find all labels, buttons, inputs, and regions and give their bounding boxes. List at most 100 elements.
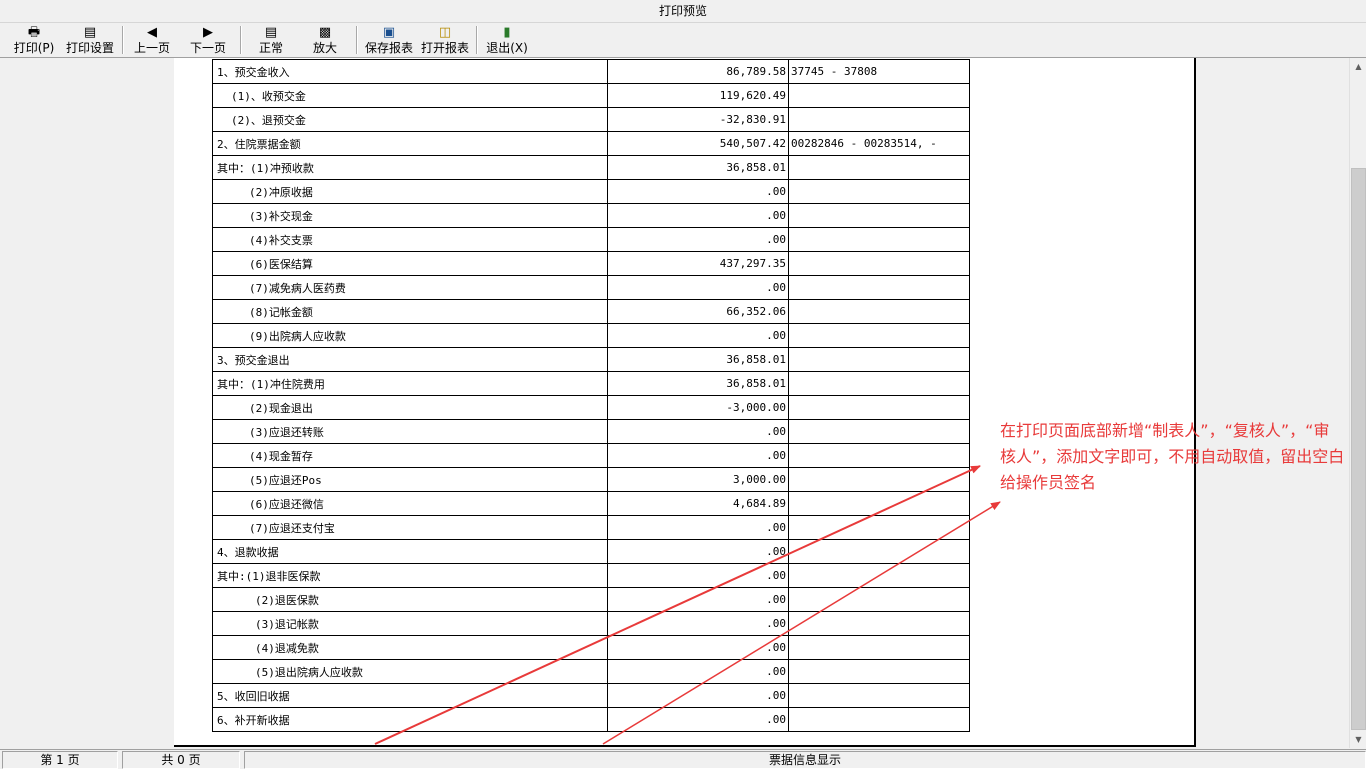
table-row: (1)、收预交金 119,620.49 bbox=[212, 83, 970, 108]
row-amount: .00 bbox=[607, 275, 789, 300]
table-row: 其中：(1)冲预收款 36,858.01 bbox=[212, 155, 970, 180]
row-amount: .00 bbox=[607, 203, 789, 228]
row-label: 2、住院票据金额 bbox=[212, 131, 608, 156]
row-note bbox=[788, 611, 970, 636]
table-row: 4、退款收据 .00 bbox=[212, 539, 970, 564]
status-page: 第 1 页 bbox=[2, 751, 118, 769]
row-amount: .00 bbox=[607, 683, 789, 708]
zoom-button[interactable]: ▩ 放大 bbox=[302, 23, 348, 57]
toolbar-separator bbox=[356, 26, 358, 54]
prev-page-button[interactable]: ◀ 上一页 bbox=[128, 23, 176, 57]
print-setup-label: 打印设置 bbox=[65, 41, 114, 55]
status-info: 票据信息显示 bbox=[244, 751, 1366, 769]
table-row: (3)应退还转账 .00 bbox=[212, 419, 970, 444]
row-amount: .00 bbox=[607, 563, 789, 588]
table-row: (3)补交现金 .00 bbox=[212, 203, 970, 228]
row-amount: .00 bbox=[607, 659, 789, 684]
row-note bbox=[788, 203, 970, 228]
table-row: (3)退记帐款 .00 bbox=[212, 611, 970, 636]
row-label: (1)、收预交金 bbox=[212, 83, 608, 108]
row-note bbox=[788, 515, 970, 540]
annotation-note: 在打印页面底部新增“制表人”，“复核人”，“审核人”，添加文字即可，不用自动取值… bbox=[1000, 421, 1345, 492]
row-label: (7)减免病人医药费 bbox=[212, 275, 608, 300]
row-label: (6)医保结算 bbox=[212, 251, 608, 276]
row-note bbox=[788, 635, 970, 660]
report-table: 1、预交金收入 86,789.58 37745 - 37808 (1)、收预交金 119… bbox=[212, 59, 970, 732]
row-note bbox=[788, 107, 970, 132]
row-label: 6、补开新收据 bbox=[212, 707, 608, 732]
row-amount: .00 bbox=[607, 179, 789, 204]
report-page: 1、预交金收入 86,789.58 37745 - 37808 (1)、收预交金 119… bbox=[174, 58, 1196, 747]
row-label: 5、收回旧收据 bbox=[212, 683, 608, 708]
toolbar-separator bbox=[476, 26, 478, 54]
normal-button[interactable]: ▤ 正常 bbox=[248, 23, 294, 57]
zoom-label: 放大 bbox=[312, 41, 337, 55]
table-row: (4)现金暂存 .00 bbox=[212, 443, 970, 468]
table-row: (2)现金退出 -3,000.00 bbox=[212, 395, 970, 420]
save-report-button[interactable]: ▣ 保存报表 bbox=[362, 23, 416, 57]
row-amount: 540,507.42 bbox=[607, 131, 789, 156]
prev-page-label: 上一页 bbox=[133, 41, 170, 55]
print-setup-button[interactable]: ▤ 打印设置 bbox=[62, 23, 118, 57]
row-note bbox=[788, 587, 970, 612]
table-row: (6)应退还微信 4,684.89 bbox=[212, 491, 970, 516]
row-label: (7)应退还支付宝 bbox=[212, 515, 608, 540]
status-total: 共 0 页 bbox=[122, 751, 240, 769]
row-note: 37745 - 37808 bbox=[788, 59, 970, 84]
vertical-scrollbar[interactable]: ▲ ▼ bbox=[1349, 58, 1366, 748]
table-row: (4)退减免款 .00 bbox=[212, 635, 970, 660]
row-amount: .00 bbox=[607, 611, 789, 636]
row-note bbox=[788, 563, 970, 588]
page-icon: ▤ bbox=[264, 25, 278, 40]
floppy-disk-icon: ▣ bbox=[382, 25, 396, 40]
magnifier-page-icon: ▩ bbox=[318, 25, 332, 40]
row-amount: 4,684.89 bbox=[607, 491, 789, 516]
table-row: 6、补开新收据 .00 bbox=[212, 707, 970, 732]
row-amount: .00 bbox=[607, 587, 789, 612]
scroll-thumb[interactable] bbox=[1351, 168, 1366, 730]
row-amount: .00 bbox=[607, 635, 789, 660]
next-page-label: 下一页 bbox=[189, 41, 226, 55]
row-amount: .00 bbox=[607, 419, 789, 444]
row-label: (3)补交现金 bbox=[212, 203, 608, 228]
row-label: 其中:(1)退非医保款 bbox=[212, 563, 608, 588]
scroll-up-icon[interactable]: ▲ bbox=[1350, 58, 1366, 75]
open-report-button[interactable]: ◫ 打开报表 bbox=[418, 23, 472, 57]
print-button[interactable]: 🖶 打印(P) bbox=[8, 23, 60, 57]
row-note bbox=[788, 539, 970, 564]
row-label: (5)应退还Pos bbox=[212, 467, 608, 492]
row-note bbox=[788, 323, 970, 348]
row-label: (2)现金退出 bbox=[212, 395, 608, 420]
row-note bbox=[788, 707, 970, 732]
table-row: 2、住院票据金额 540,507.42 00282846 - 00283514, - bbox=[212, 131, 970, 156]
row-amount: 36,858.01 bbox=[607, 155, 789, 180]
row-amount: -3,000.00 bbox=[607, 395, 789, 420]
row-note bbox=[788, 227, 970, 252]
row-amount: -32,830.91 bbox=[607, 107, 789, 132]
row-label: (5)退出院病人应收款 bbox=[212, 659, 608, 684]
row-note bbox=[788, 347, 970, 372]
exit-button[interactable]: ▮ 退出(X) bbox=[482, 23, 532, 57]
table-row: (6)医保结算 437,297.35 bbox=[212, 251, 970, 276]
table-row: (2)冲原收据 .00 bbox=[212, 179, 970, 204]
scroll-down-icon[interactable]: ▼ bbox=[1350, 731, 1366, 748]
save-report-label: 保存报表 bbox=[364, 41, 413, 55]
table-row: 其中：(1)冲住院费用 36,858.01 bbox=[212, 371, 970, 396]
open-report-label: 打开报表 bbox=[420, 41, 469, 55]
row-amount: 119,620.49 bbox=[607, 83, 789, 108]
toolbar: 🖶 打印(P) ▤ 打印设置 ◀ 上一页 ▶ 下一页 ▤ 正常 ▩ 放大 ▣ 保… bbox=[0, 23, 1366, 58]
normal-label: 正常 bbox=[258, 41, 283, 55]
row-label: 其中：(1)冲住院费用 bbox=[212, 371, 608, 396]
row-note bbox=[788, 443, 970, 468]
row-note bbox=[788, 419, 970, 444]
preview-viewport[interactable]: 1、预交金收入 86,789.58 37745 - 37808 (1)、收预交金 119… bbox=[0, 58, 1366, 748]
row-note: 00282846 - 00283514, - bbox=[788, 131, 970, 156]
row-amount: 66,352.06 bbox=[607, 299, 789, 324]
row-label: (2)冲原收据 bbox=[212, 179, 608, 204]
table-row: (8)记帐金额 66,352.06 bbox=[212, 299, 970, 324]
row-amount: .00 bbox=[607, 515, 789, 540]
next-page-button[interactable]: ▶ 下一页 bbox=[184, 23, 232, 57]
row-amount: .00 bbox=[607, 443, 789, 468]
table-row: (4)补交支票 .00 bbox=[212, 227, 970, 252]
row-label: (4)现金暂存 bbox=[212, 443, 608, 468]
